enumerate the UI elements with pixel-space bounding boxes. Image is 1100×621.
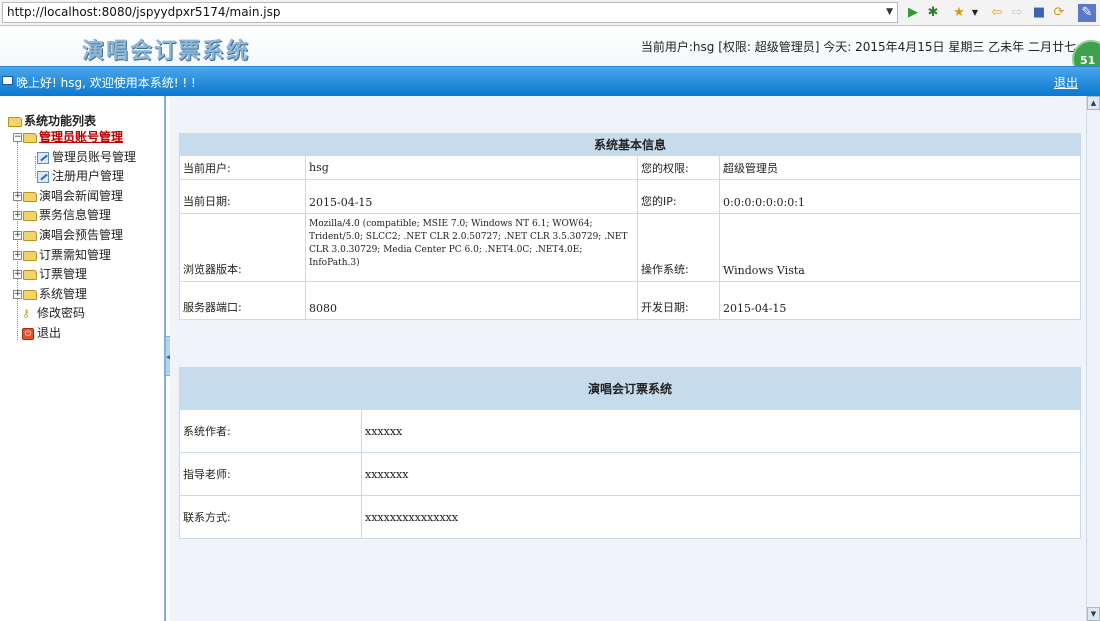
- expand-icon[interactable]: +: [13, 270, 22, 279]
- sidebar-item-notice[interactable]: + 订票需知管理: [13, 246, 111, 264]
- system-info-table: 系统基本信息 当前用户: hsg 您的权限: 超级管理员 当前日期: 2015-…: [179, 133, 1081, 320]
- play-icon[interactable]: ▶: [904, 4, 922, 22]
- expand-icon[interactable]: +: [13, 290, 22, 299]
- table-row: 指导老师: xxxxxxx: [179, 452, 1081, 496]
- stop-icon[interactable]: ■: [1030, 4, 1048, 22]
- table-row: 服务器端口: 8080 开发日期: 2015-04-15: [179, 281, 1081, 320]
- value-current-date: 2015-04-15: [305, 179, 638, 214]
- folder-icon: [23, 289, 37, 300]
- logout-link[interactable]: 退出: [1054, 74, 1078, 91]
- sidebar-item-admin-account[interactable]: 管理员账号管理: [37, 148, 136, 166]
- label-port: 服务器端口:: [179, 281, 306, 320]
- value-author: xxxxxx: [361, 409, 1081, 453]
- back-icon[interactable]: ⇦: [988, 4, 1006, 22]
- about-table: 演唱会订票系统 系统作者: xxxxxx 指导老师: xxxxxxx 联系方式:…: [179, 367, 1081, 539]
- value-permission: 超级管理员: [719, 155, 1081, 180]
- address-url: http://localhost:8080/jspyydpxr5174/main…: [7, 5, 281, 19]
- sidebar-item-system[interactable]: + 系统管理: [13, 285, 87, 303]
- label-dev-date: 开发日期:: [637, 281, 720, 320]
- sidebar-item-tickets[interactable]: + 票务信息管理: [13, 206, 111, 224]
- main-scrollbar[interactable]: ▲ ▼: [1086, 96, 1100, 621]
- sidebar-heading: 系统功能列表: [8, 112, 96, 129]
- monitor-icon: [2, 76, 13, 85]
- table-row: 系统作者: xxxxxx: [179, 409, 1081, 453]
- exit-icon: ⏻: [22, 327, 34, 340]
- table-row: 当前用户: hsg 您的权限: 超级管理员: [179, 155, 1081, 180]
- label-ip: 您的IP:: [637, 179, 720, 214]
- welcome-text: 晚上好! hsg, 欢迎使用本系统! ! !: [16, 76, 196, 90]
- sidebar: 系统功能列表 − 管理员账号管理 管理员账号管理 注册用户管理 + 演唱会新闻管理 …: [0, 96, 171, 621]
- expand-icon[interactable]: +: [13, 192, 22, 201]
- debug-icon[interactable]: ✱: [924, 4, 942, 22]
- value-dev-date: 2015-04-15: [719, 281, 1081, 320]
- expand-icon[interactable]: +: [13, 231, 22, 240]
- value-advisor: xxxxxxx: [361, 452, 1081, 496]
- expand-icon[interactable]: +: [13, 251, 22, 260]
- value-current-user: hsg: [305, 155, 638, 180]
- table-row: 浏览器版本: Mozilla/4.0 (compatible; MSIE 7.0…: [179, 213, 1081, 282]
- sidebar-item-orders[interactable]: + 订票管理: [13, 265, 87, 283]
- forward-icon[interactable]: ⇨: [1008, 4, 1026, 22]
- sidebar-item-password[interactable]: ⚷ 修改密码: [22, 304, 85, 322]
- value-contact: xxxxxxxxxxxxxxx: [361, 495, 1081, 539]
- sidebar-item-news[interactable]: + 演唱会新闻管理: [13, 187, 123, 205]
- value-os: Windows Vista: [719, 213, 1081, 282]
- folder-icon: [23, 230, 37, 241]
- address-dropdown-icon[interactable]: ▼: [886, 3, 893, 22]
- collapse-icon[interactable]: −: [13, 133, 22, 142]
- expand-icon[interactable]: +: [13, 211, 22, 220]
- label-browser: 浏览器版本:: [179, 213, 306, 282]
- sidebar-item-preview[interactable]: + 演唱会预告管理: [13, 226, 123, 244]
- address-bar[interactable]: http://localhost:8080/jspyydpxr5174/main…: [2, 2, 898, 23]
- folder-icon: [23, 210, 37, 221]
- table-row: 当前日期: 2015-04-15 您的IP: 0:0:0:0:0:0:0:1: [179, 179, 1081, 214]
- folder-icon: [23, 269, 37, 280]
- folder-icon: [23, 191, 37, 202]
- value-browser: Mozilla/4.0 (compatible; MSIE 7.0; Windo…: [305, 213, 638, 282]
- table-row: 联系方式: xxxxxxxxxxxxxxx: [179, 495, 1081, 539]
- app-header: 演唱会订票系统 当前用户:hsg [权限: 超级管理员] 今天: 2015年4月…: [0, 26, 1100, 78]
- label-advisor: 指导老师:: [179, 452, 362, 496]
- label-contact: 联系方式:: [179, 495, 362, 539]
- folder-open-icon: [23, 132, 37, 143]
- key-icon: ⚷: [22, 306, 31, 320]
- sidebar-item-admin[interactable]: − 管理员账号管理: [13, 128, 123, 146]
- label-os: 操作系统:: [637, 213, 720, 282]
- folder-open-icon: [8, 116, 22, 127]
- label-author: 系统作者:: [179, 409, 362, 453]
- label-current-user: 当前用户:: [179, 155, 306, 180]
- chevron-down-icon[interactable]: ▼: [966, 4, 984, 22]
- scroll-down-icon[interactable]: ▼: [1087, 607, 1100, 621]
- edit-page-icon: [37, 151, 49, 164]
- scroll-up-icon[interactable]: ▲: [1087, 96, 1100, 110]
- welcome-bar: 晚上好! hsg, 欢迎使用本系统! ! ! 退出: [0, 66, 1100, 96]
- folder-icon: [23, 250, 37, 261]
- refresh-icon[interactable]: ⟳: [1050, 4, 1068, 22]
- edit-page-icon: [37, 170, 49, 183]
- sidebar-item-exit[interactable]: ⏻ 退出: [22, 324, 61, 342]
- value-ip: 0:0:0:0:0:0:0:1: [719, 179, 1081, 214]
- browser-toolbar: http://localhost:8080/jspyydpxr5174/main…: [0, 0, 1100, 26]
- app-title: 演唱会订票系统: [82, 38, 251, 64]
- sidebar-item-users[interactable]: 注册用户管理: [37, 167, 124, 185]
- system-info-heading: 系统基本信息: [179, 133, 1081, 156]
- ext-icon[interactable]: ✎: [1078, 4, 1096, 22]
- header-user-info: 当前用户:hsg [权限: 超级管理员] 今天: 2015年4月15日 星期三 …: [640, 40, 1076, 54]
- value-port: 8080: [305, 281, 638, 320]
- about-heading: 演唱会订票系统: [179, 367, 1081, 410]
- label-permission: 您的权限:: [637, 155, 720, 180]
- label-current-date: 当前日期:: [179, 179, 306, 214]
